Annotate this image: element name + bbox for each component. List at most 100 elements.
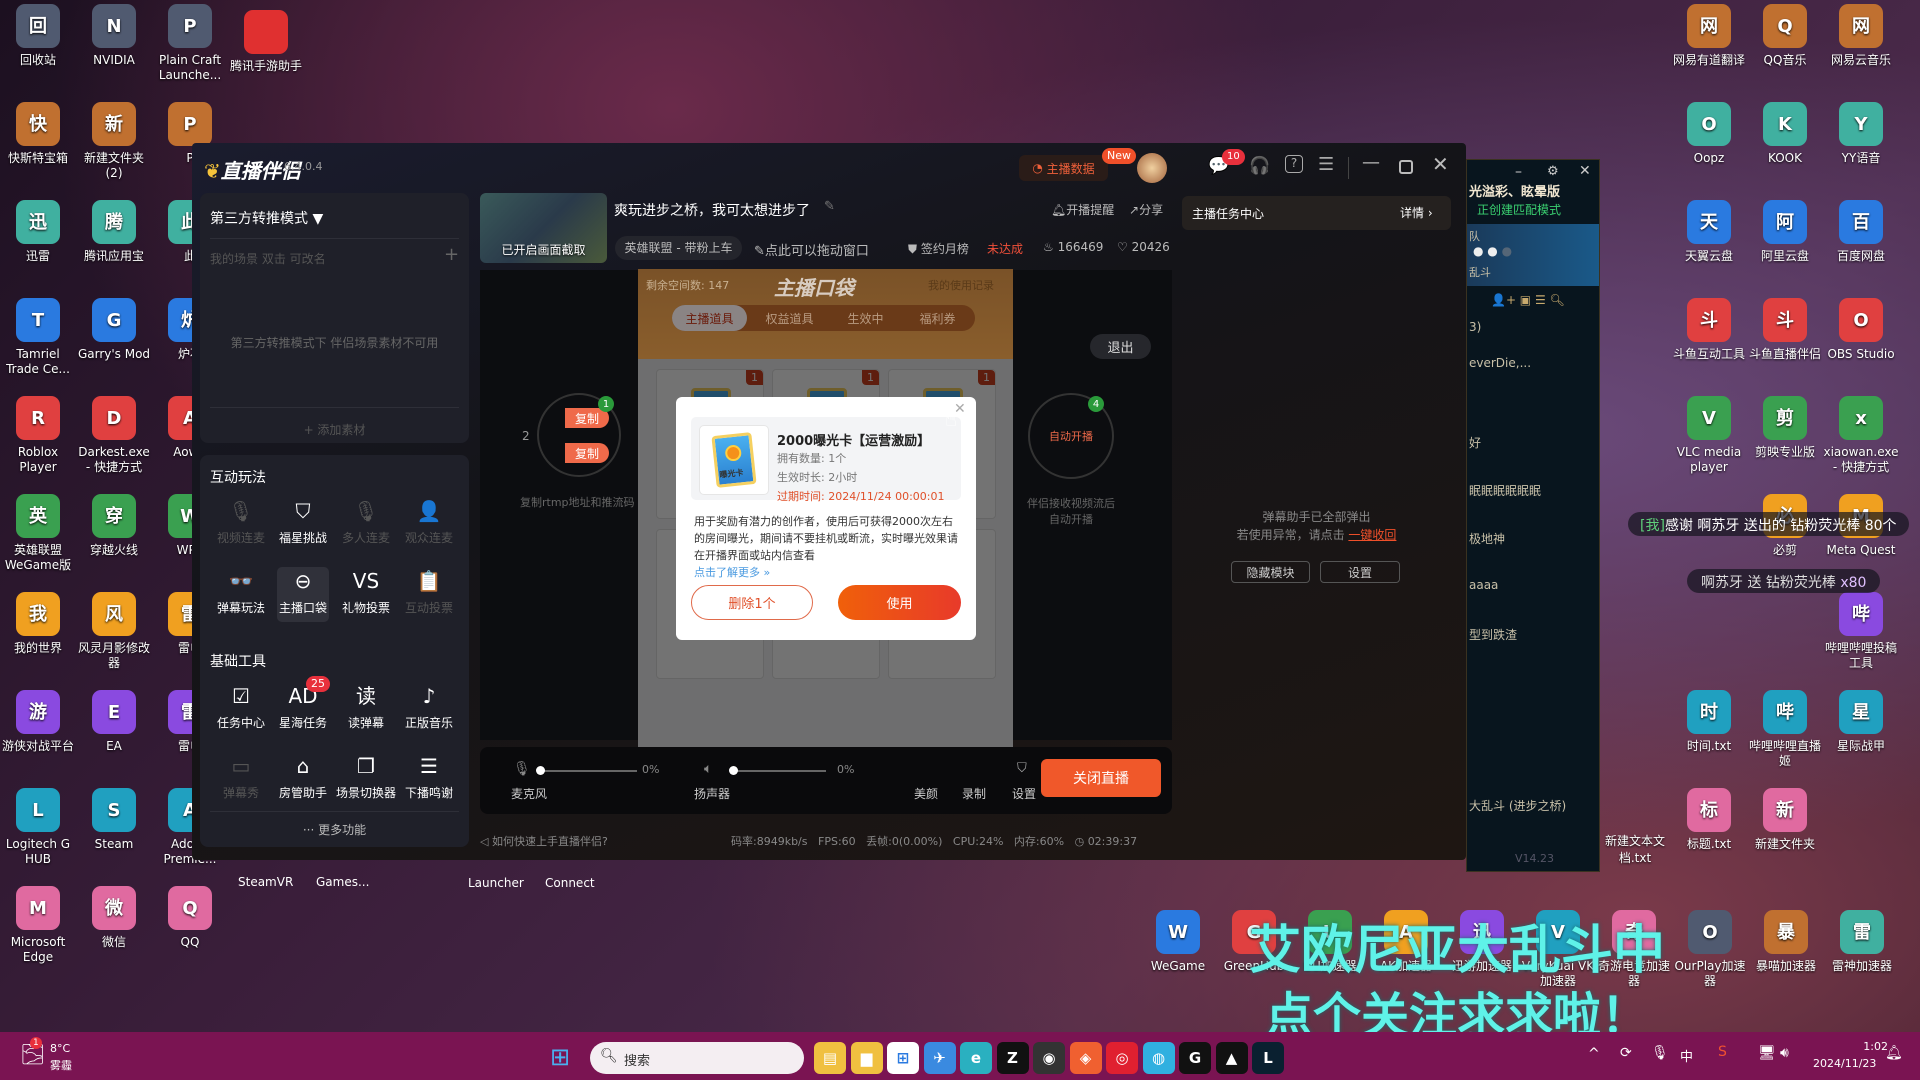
desktop-icon[interactable]: 快快斯特宝箱: [0, 98, 76, 196]
friend-item[interactable]: 好: [1469, 434, 1481, 451]
desktop-icon[interactable]: 标标题.txt: [1671, 784, 1747, 882]
remind-button[interactable]: 🔔︎开播提醒: [1051, 201, 1114, 218]
desktop-icon[interactable]: R Roblox Player: [0, 392, 76, 490]
tool-ad[interactable]: AD 星海任务 25: [268, 676, 338, 731]
douyu-icon[interactable]: ◈: [1069, 1042, 1102, 1074]
tool-danmaku-glasses[interactable]: 👓 弹幕玩法: [206, 567, 276, 616]
desktop-icon-label[interactable]: Launcher: [468, 876, 524, 890]
mic-slider-handle[interactable]: [536, 766, 545, 775]
edit-icon[interactable]: ✎: [824, 199, 835, 214]
start-button[interactable]: ⊞: [550, 1043, 570, 1071]
tool-thanks[interactable]: ☰ 下播鸣谢: [394, 752, 464, 801]
desktop-icon-label[interactable]: Connect: [545, 876, 595, 890]
mode-dropdown[interactable]: 第三方转推模式 ▼: [210, 208, 323, 228]
maximize-button[interactable]: [1399, 160, 1413, 174]
search-box[interactable]: 🔍︎ 搜索: [590, 1042, 804, 1074]
desktop-icon[interactable]: O Oopz: [1671, 98, 1747, 196]
desktop-icon[interactable]: 雷雷神加速器: [1824, 906, 1900, 1004]
store-icon[interactable]: ⊞: [887, 1042, 919, 1074]
hide-module-button[interactable]: 隐藏模块: [1231, 561, 1310, 583]
share-button[interactable]: ↗分享: [1129, 201, 1163, 218]
desktop-icon[interactable]: 时时间.txt: [1671, 686, 1747, 784]
tray-mic-icon[interactable]: 🎙︎: [1651, 1045, 1669, 1061]
menu-icon[interactable]: ☰: [1318, 154, 1334, 175]
record-button[interactable]: 录制: [962, 785, 986, 802]
speaker-slider[interactable]: [732, 770, 826, 772]
desktop-icon[interactable]: 腾腾讯应用宝: [76, 196, 152, 294]
desktop-icon[interactable]: 哔哔哩哔哩直播姬: [1747, 686, 1823, 784]
desktop-icon[interactable]: 穿穿越火线: [76, 490, 152, 588]
netease-music-icon[interactable]: ◎: [1106, 1042, 1138, 1074]
desktop-icon[interactable]: 斗斗鱼互动工具: [1671, 294, 1747, 392]
desktop-icon[interactable]: M Microsoft Edge: [0, 882, 76, 980]
add-scene-icon[interactable]: +: [444, 244, 459, 265]
desktop-icon-label[interactable]: Games...: [316, 875, 369, 889]
desktop-icon[interactable]: 网网易云音乐: [1823, 0, 1899, 98]
tray-sync-icon[interactable]: ⟳: [1620, 1045, 1632, 1061]
desktop-icon[interactable]: L Logitech G HUB: [0, 784, 76, 882]
rank-label[interactable]: ⛊ 签约月榜: [908, 240, 969, 257]
nvidia-icon[interactable]: ▲: [1215, 1042, 1248, 1074]
desktop-icon[interactable]: 迅迅雷: [0, 196, 76, 294]
desktop-icon[interactable]: Q QQ音乐: [1747, 0, 1823, 98]
clock-date[interactable]: 2024/11/23: [1813, 1057, 1876, 1070]
recall-link[interactable]: 一键收回: [1348, 528, 1396, 542]
exit-button[interactable]: 退出: [1090, 334, 1151, 359]
desktop-icon[interactable]: Y YY语音: [1823, 98, 1899, 196]
desktop-icon[interactable]: 新新建文件夹 (2): [76, 98, 152, 196]
desktop-icon[interactable]: T Tamriel Trade Ce...: [0, 294, 76, 392]
history-link[interactable]: 我的使用记录: [928, 277, 994, 293]
file-explorer-icon[interactable]: ▤: [814, 1042, 846, 1074]
tool-music[interactable]: ♪ 正版音乐: [394, 682, 464, 731]
desktop-icon[interactable]: 百百度网盘: [1823, 196, 1899, 294]
desktop-icon[interactable]: Q QQ: [152, 882, 228, 980]
desktop-icon[interactable]: 游游侠对战平台: [0, 686, 76, 784]
friend-item[interactable]: everDie,...: [1469, 356, 1531, 370]
desktop-icon[interactable]: 腾讯手游助手: [228, 6, 304, 104]
desktop-icon[interactable]: S Steam: [76, 784, 152, 882]
desktop-icon[interactable]: W WeGame: [1140, 906, 1216, 1004]
desktop-icon[interactable]: K KOOK: [1747, 98, 1823, 196]
desktop-icon[interactable]: 斗斗鱼直播伴侣: [1747, 294, 1823, 392]
qq-music-icon[interactable]: ◍: [1142, 1042, 1175, 1074]
desktop-icon[interactable]: x xiaowan.exe - 快捷方式: [1823, 392, 1899, 490]
settings-button[interactable]: 设置: [1012, 785, 1036, 802]
friend-item[interactable]: 极地神: [1469, 530, 1505, 547]
desktop-icon[interactable]: N NVIDIA: [76, 0, 152, 98]
desktop-icon-label[interactable]: 新建文本文档.txt: [1600, 832, 1670, 866]
lol-minimize[interactable]: –: [1515, 164, 1522, 180]
headset-icon[interactable]: 🎧: [1249, 156, 1270, 176]
desktop-icon[interactable]: 阿阿里云盘: [1747, 196, 1823, 294]
folder-icon[interactable]: ▆: [850, 1042, 883, 1074]
tool-task-check[interactable]: ☑ 任务中心: [206, 682, 276, 731]
desktop-icon[interactable]: D Darkest.exe - 快捷方式: [76, 392, 152, 490]
close-button[interactable]: ✕: [1432, 152, 1449, 176]
friend-item[interactable]: 型到跌渣: [1469, 626, 1517, 643]
tab-props[interactable]: 主播道具: [672, 305, 747, 331]
desktop-icon[interactable]: V VLC media player: [1671, 392, 1747, 490]
friend-group[interactable]: 3): [1469, 320, 1481, 334]
desktop-icon[interactable]: G Garry's Mod: [76, 294, 152, 392]
danmaku-settings-button[interactable]: 设置: [1320, 561, 1400, 583]
desktop-icon[interactable]: 风风灵月影修改器: [76, 588, 152, 686]
mic-muted-icon[interactable]: 🎙︎: [513, 761, 531, 777]
gamebar-icon[interactable]: G: [1179, 1042, 1211, 1074]
desktop-icon[interactable]: 新新建文件夹: [1747, 784, 1823, 882]
add-material-button[interactable]: + 添加素材: [200, 421, 469, 438]
xunlei-icon[interactable]: ✈: [923, 1042, 956, 1074]
desktop-icon[interactable]: 英英雄联盟 WeGame版: [0, 490, 76, 588]
lol-settings-icon[interactable]: ⚙: [1547, 164, 1559, 179]
streamer-data-button[interactable]: ◔ 主播数据: [1019, 155, 1108, 181]
tool-vs-vote[interactable]: VS 礼物投票: [331, 567, 401, 616]
tool-pocket[interactable]: ⊖ 主播口袋: [268, 567, 338, 616]
tool-switch-scene[interactable]: ❐ 场景切换器: [331, 752, 401, 801]
friend-item[interactable]: 眠眠眠眠眠眠: [1469, 482, 1541, 499]
category-tag[interactable]: 英雄联盟 - 带粉上车: [615, 236, 742, 260]
tab-rights[interactable]: 权益道具: [752, 305, 827, 331]
help-icon[interactable]: ?: [1285, 155, 1303, 173]
speaker-muted-icon[interactable]: 🔈︎: [704, 761, 712, 777]
speaker-slider-handle[interactable]: [729, 766, 738, 775]
delete-button[interactable]: 删除1个: [691, 585, 813, 620]
stream-thumbnail[interactable]: 已开启画面截取: [480, 193, 607, 263]
desktop-icon[interactable]: 微微信: [76, 882, 152, 980]
